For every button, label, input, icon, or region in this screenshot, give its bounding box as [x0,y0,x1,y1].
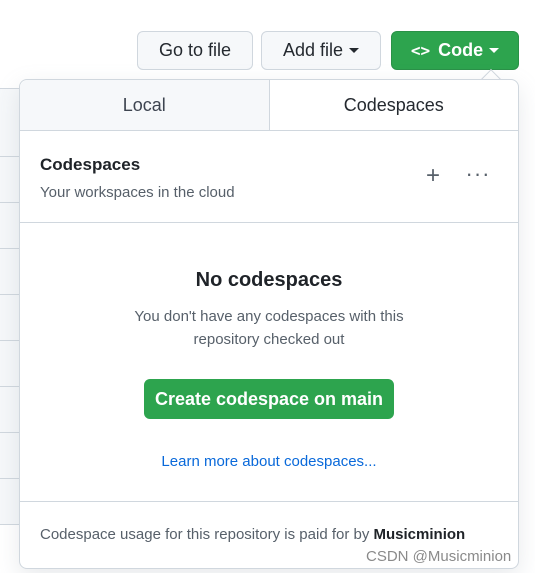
plus-icon[interactable]: + [418,161,448,191]
create-codespace-button[interactable]: Create codespace on main [144,379,394,419]
tab-codespaces-label: Codespaces [343,95,444,115]
popover-tabs: Local Codespaces [20,80,518,131]
code-popover: Local Codespaces Codespaces Your workspa… [19,79,519,569]
codespaces-header: Codespaces Your workspaces in the cloud … [20,130,518,223]
add-file-label: Add file [282,40,344,60]
tab-codespaces[interactable]: Codespaces [269,80,518,131]
codespaces-title: Codespaces [40,155,141,174]
code-button[interactable]: <> Code [391,31,519,70]
footer-text-prefix: Codespace usage for this repository is p… [40,526,374,543]
footer-owner: Musicminion [373,526,466,543]
more-options-icon[interactable]: ··· [463,159,493,189]
go-to-file-label: Go to file [158,40,232,60]
caret-down-icon [489,48,500,53]
learn-more-link[interactable]: Learn more about codespaces... [20,453,518,470]
tab-local-label: Local [122,94,166,115]
codespaces-subtitle: Your workspaces in the cloud [40,184,235,201]
create-codespace-label: Create codespace on main [154,388,384,409]
watermark: CSDN @Musicminion [366,548,512,565]
footer-text: Codespace usage for this repository is p… [40,526,465,543]
add-file-button[interactable]: Add file [261,31,381,70]
empty-state-description: You don't have any codespaces with this … [134,308,404,348]
go-to-file-button[interactable]: Go to file [137,31,253,70]
code-icon: <> [410,41,431,60]
empty-state-title: No codespaces [195,269,343,291]
tab-local[interactable]: Local [20,80,270,131]
empty-state: No codespaces You don't have any codespa… [20,223,518,501]
caret-down-icon [349,48,360,53]
code-label: Code [438,40,484,60]
